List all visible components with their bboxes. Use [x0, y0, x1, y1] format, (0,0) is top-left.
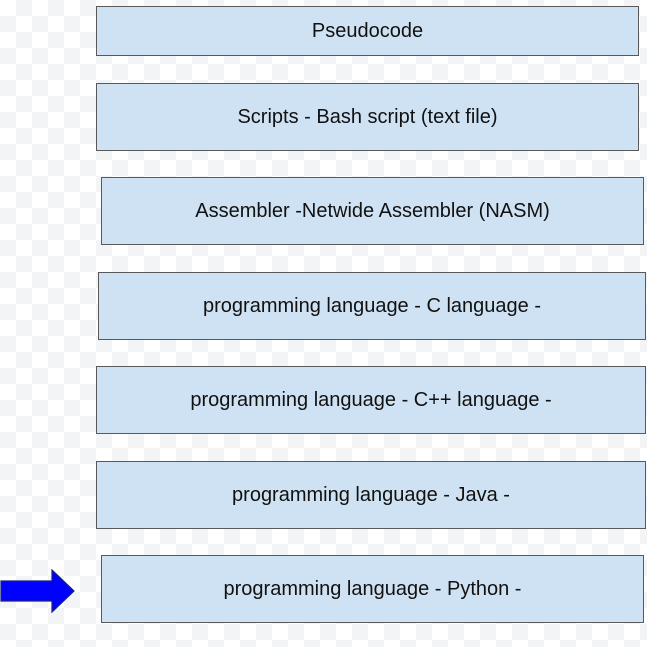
level-label: Pseudocode	[311, 19, 424, 42]
level-box-python: programming language - Python -	[101, 555, 644, 623]
level-label: Scripts - Bash script (text file)	[237, 105, 498, 128]
level-box-pseudocode: Pseudocode	[96, 6, 639, 56]
level-box-assembler: Assembler -Netwide Assembler (NASM)	[101, 177, 644, 245]
level-label: programming language - Java -	[232, 483, 510, 506]
right-arrow-icon	[0, 569, 75, 613]
level-box-java: programming language - Java -	[96, 461, 646, 529]
level-label: programming language - C language -	[203, 294, 541, 317]
level-box-c-language: programming language - C language -	[98, 272, 646, 340]
level-box-cpp-language: programming language - C++ language -	[96, 366, 646, 434]
level-label: programming language - C++ language -	[190, 388, 552, 411]
level-label: Assembler -Netwide Assembler (NASM)	[195, 199, 550, 222]
level-box-scripts: Scripts - Bash script (text file)	[96, 83, 639, 151]
arrow-shape	[0, 569, 75, 613]
level-label: programming language - Python -	[223, 577, 522, 600]
